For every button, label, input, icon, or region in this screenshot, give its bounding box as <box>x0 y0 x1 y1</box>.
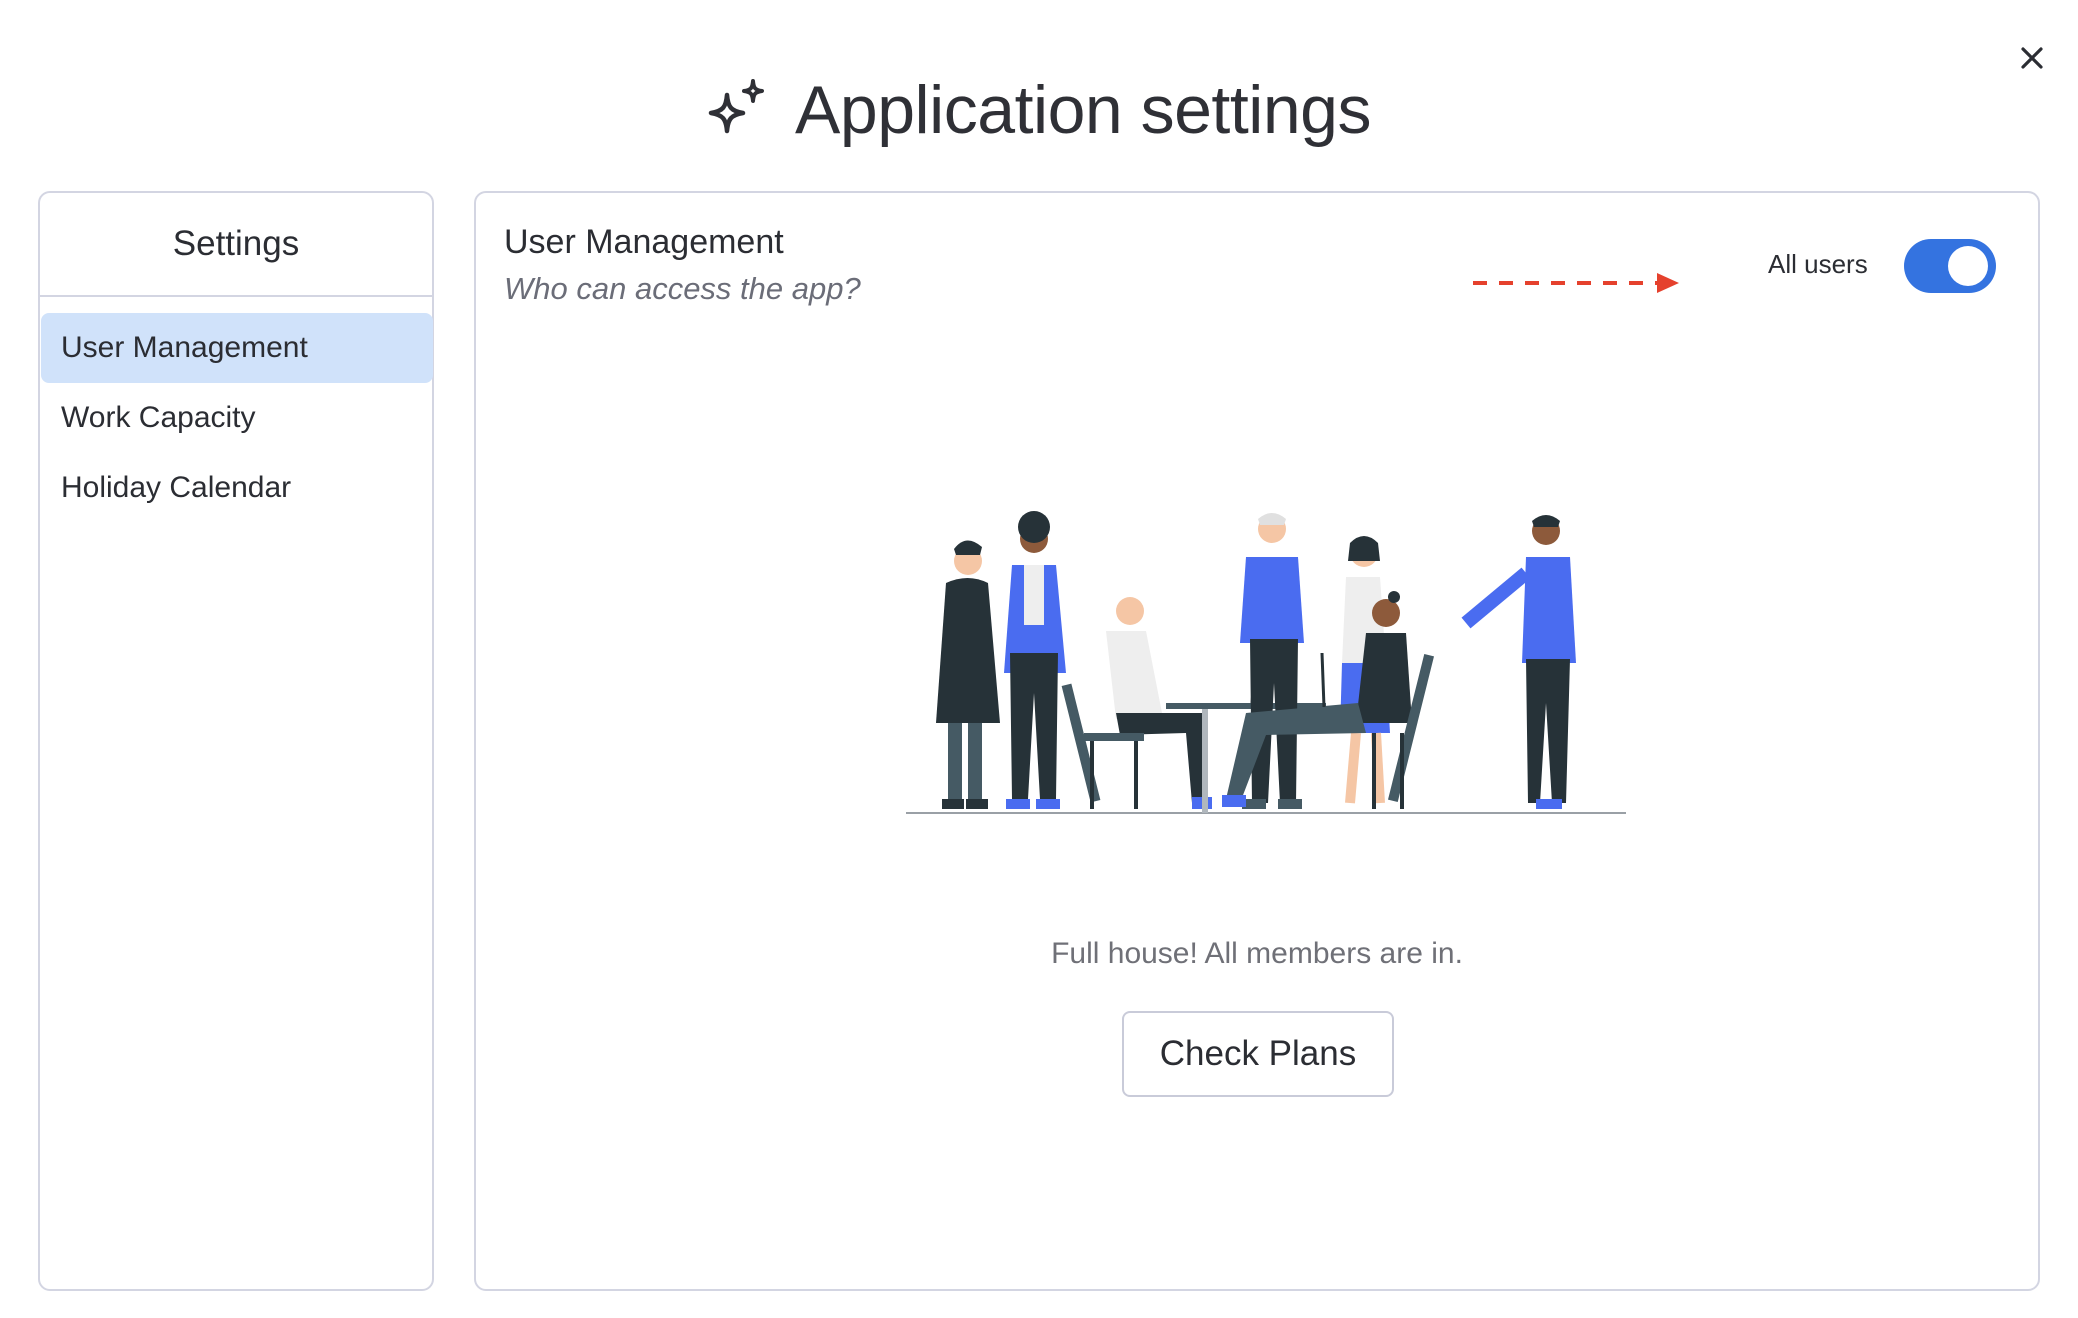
person-figure <box>1004 511 1066 809</box>
check-plans-button[interactable]: Check Plans <box>1122 1011 1394 1097</box>
sidebar-title: Settings <box>40 193 432 297</box>
page-header: Application settings <box>0 60 2078 160</box>
page-title: Application settings <box>795 72 1371 148</box>
toggle-knob <box>1948 246 1988 286</box>
sparkles-icon <box>708 79 765 134</box>
empty-state-message: Full house! All members are in. <box>1051 937 1463 970</box>
settings-sidebar: Settings User Management Work Capacity H… <box>38 191 434 1291</box>
section-subtitle: Who can access the app? <box>504 271 861 306</box>
team-illustration <box>906 511 1626 814</box>
annotation-arrow-icon <box>1473 273 1679 293</box>
toggle-label: All users <box>1768 249 1868 279</box>
sidebar-item-holiday-calendar[interactable]: Holiday Calendar <box>41 453 433 523</box>
section-title: User Management <box>504 223 784 261</box>
person-figure <box>1461 515 1576 809</box>
sidebar-item-user-management[interactable]: User Management <box>41 313 433 383</box>
all-users-toggle[interactable] <box>1904 239 1996 293</box>
sidebar-item-work-capacity[interactable]: Work Capacity <box>41 383 433 453</box>
sidebar-menu: User Management Work Capacity Holiday Ca… <box>40 297 433 523</box>
user-management-panel: User Management Who can access the app? … <box>474 191 2040 1291</box>
person-figure <box>936 540 1000 809</box>
